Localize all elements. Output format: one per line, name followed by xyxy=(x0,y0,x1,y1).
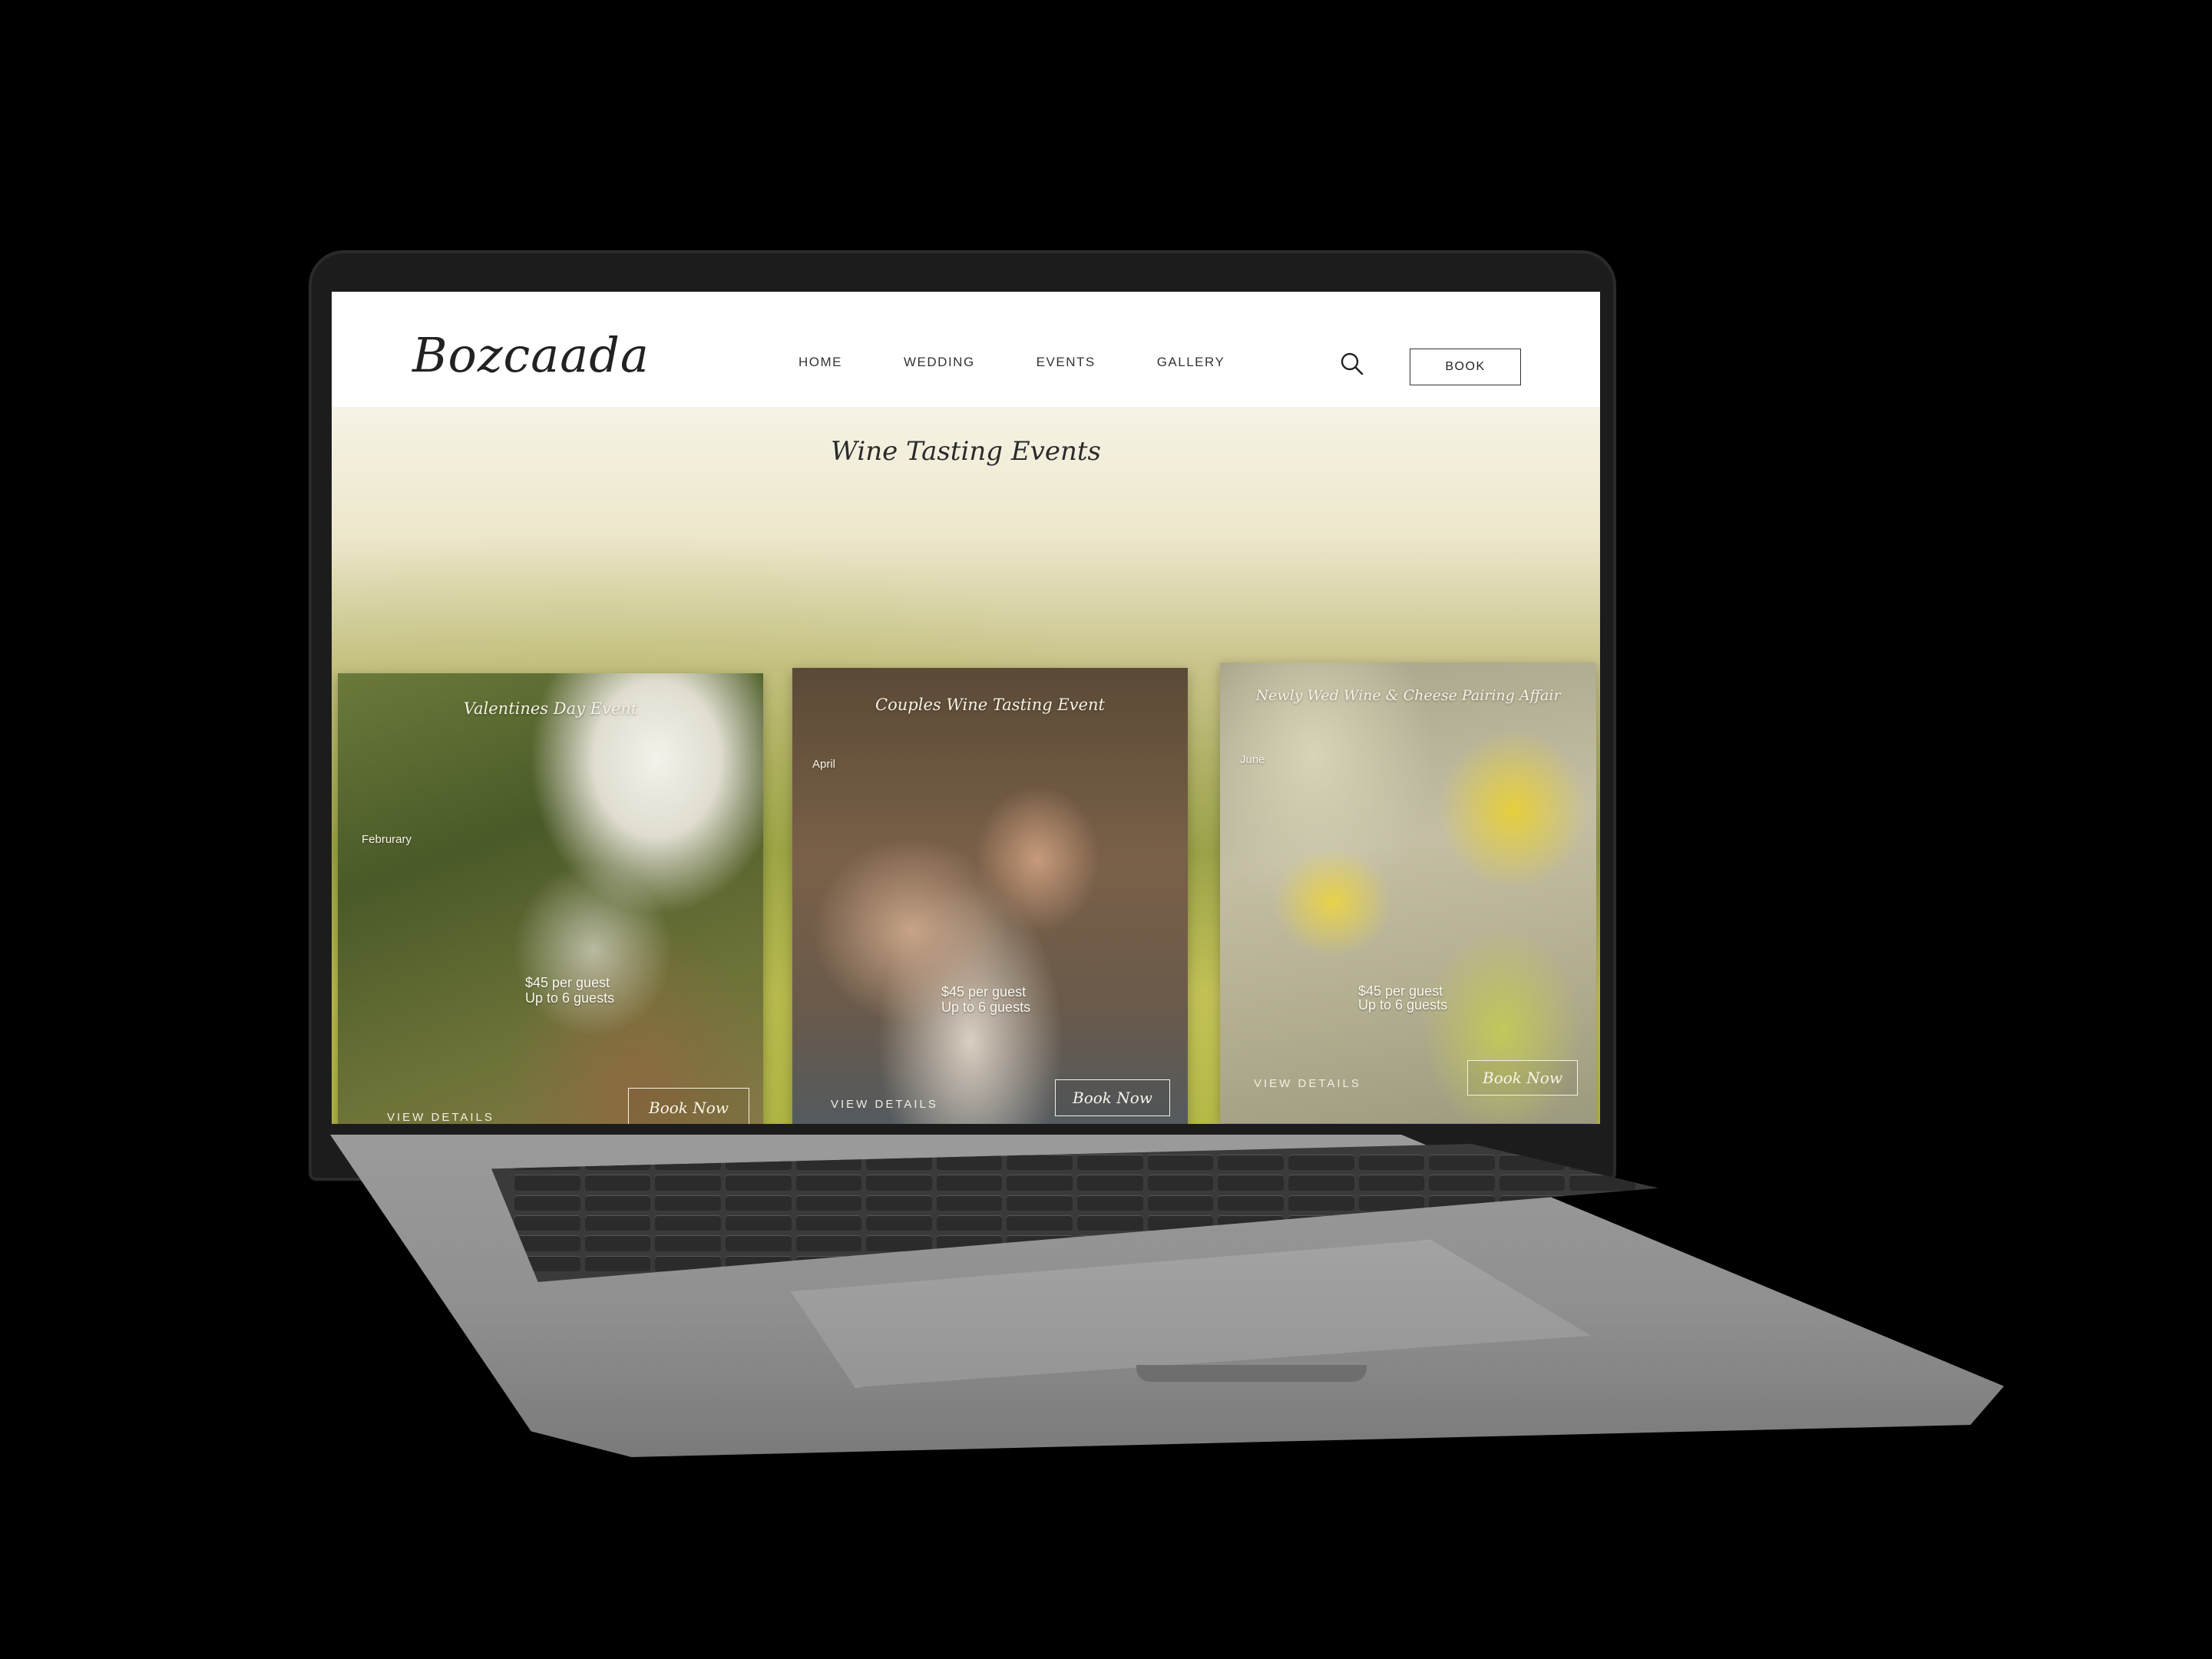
lid-notch xyxy=(1136,1365,1367,1382)
page-title: Wine Tasting Events xyxy=(831,436,1101,467)
nav-events[interactable]: EVENTS xyxy=(1037,355,1096,370)
event-title: Couples Wine Tasting Event xyxy=(875,696,1105,714)
book-now-button[interactable]: Book Now xyxy=(1467,1060,1578,1096)
book-button[interactable]: BOOK xyxy=(1410,349,1521,385)
event-month: June xyxy=(1240,753,1265,766)
laptop-screen: Bozcaada HOME WEDDING EVENTS GALLERY BOO… xyxy=(332,292,1600,1124)
book-now-button[interactable]: Book Now xyxy=(628,1088,749,1124)
event-price: $45 per guest xyxy=(525,975,610,990)
main-nav: HOME WEDDING EVENTS GALLERY xyxy=(799,355,1286,370)
site-header: Bozcaada HOME WEDDING EVENTS GALLERY BOO… xyxy=(332,292,1600,407)
event-month: April xyxy=(812,758,836,771)
event-card-newly-wed: Newly Wed Wine & Cheese Pairing Affair J… xyxy=(1220,663,1596,1123)
event-card-couples: Couples Wine Tasting Event April $45 per… xyxy=(792,668,1188,1124)
event-guests: Up to 6 guests xyxy=(941,1000,1031,1015)
event-month: Februrary xyxy=(362,833,412,846)
view-details-link[interactable]: VIEW DETAILS xyxy=(1254,1077,1361,1090)
hero-section: Wine Tasting Events Valentines Day Event… xyxy=(332,407,1600,1124)
nav-home[interactable]: HOME xyxy=(799,355,842,370)
event-guests: Up to 6 guests xyxy=(1358,997,1448,1013)
event-title: Valentines Day Event xyxy=(463,699,638,718)
nav-gallery[interactable]: GALLERY xyxy=(1157,355,1225,370)
event-price: $45 per guest xyxy=(941,984,1027,1000)
event-card-valentines: Valentines Day Event Februrary $45 per g… xyxy=(338,673,763,1124)
nav-wedding[interactable]: WEDDING xyxy=(904,355,975,370)
search-icon[interactable] xyxy=(1340,352,1364,376)
view-details-link[interactable]: VIEW DETAILS xyxy=(387,1111,494,1124)
event-guests: Up to 6 guests xyxy=(525,990,615,1006)
event-title: Newly Wed Wine & Cheese Pairing Affair xyxy=(1255,687,1561,704)
view-details-link[interactable]: VIEW DETAILS xyxy=(831,1098,938,1111)
brand-logo[interactable]: Bozcaada xyxy=(412,327,650,383)
book-now-button[interactable]: Book Now xyxy=(1055,1079,1170,1116)
